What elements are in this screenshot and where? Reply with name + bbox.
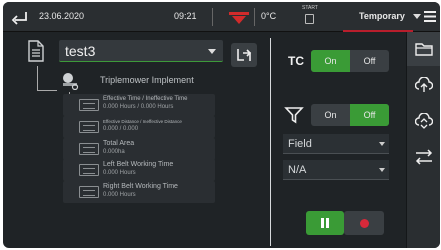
- terminal-screen: 23.06.2020 09:21 0°C START Temporary tes…: [3, 2, 440, 248]
- counter-row: Total Area 0.000ha: [63, 138, 215, 160]
- filter-icon: [284, 107, 304, 124]
- date-text: 23.06.2020: [39, 11, 85, 21]
- usb-transfer-icon: [415, 149, 433, 165]
- field-dropdown[interactable]: Field: [283, 134, 389, 154]
- chevron-down-icon[interactable]: [413, 14, 421, 19]
- tc-toggle: On Off: [311, 50, 389, 72]
- chevron-down-icon: [379, 142, 385, 146]
- tree-connector: [37, 90, 57, 91]
- filter-toggle: On Off: [311, 104, 389, 126]
- counter-row: Effective Distance / Ineffective Distanc…: [63, 116, 215, 138]
- tc-on-button[interactable]: On: [311, 50, 350, 72]
- sidebar-usb-transfer-button[interactable]: [407, 140, 440, 174]
- counter-icon: [79, 143, 99, 155]
- cloud-sync-icon: [415, 113, 433, 129]
- counter-row: Left Belt Working Time 0.000 Hours: [63, 159, 215, 181]
- tc-off-button[interactable]: Off: [350, 50, 389, 72]
- document-icon: [28, 40, 44, 62]
- counter-value: 0.000 / 0.000: [103, 126, 139, 132]
- temperature-text: 0°C: [261, 11, 277, 21]
- counter-value: 0.000 Hours: [103, 170, 136, 176]
- counter-name: Total Area: [103, 140, 135, 147]
- counter-name: Left Belt Working Time: [103, 161, 174, 168]
- tc-label: TC: [288, 54, 304, 68]
- cloud-upload-icon: [415, 77, 433, 92]
- counter-name: Effective Time / Ineffective Time: [103, 96, 188, 102]
- folder-icon: [415, 43, 433, 56]
- panel-divider: [270, 38, 271, 246]
- counter-row: Right Belt Working Time 0.000 Hours: [63, 181, 215, 203]
- sidebar-cloud-upload-button[interactable]: [407, 68, 440, 102]
- pause-button[interactable]: [306, 211, 344, 235]
- counter-icon: [79, 99, 99, 111]
- start-icon[interactable]: [305, 14, 314, 24]
- counter-value: 0.000 Hours: [103, 192, 136, 198]
- record-button[interactable]: [344, 211, 384, 235]
- counter-value: 0.000ha: [103, 149, 125, 155]
- file-select[interactable]: test3: [59, 40, 223, 62]
- na-dropdown-value: N/A: [288, 164, 307, 176]
- mode-accent-bar: [343, 30, 413, 32]
- start-label: START: [302, 5, 318, 11]
- sidebar-folder-button[interactable]: [407, 32, 440, 66]
- tractor-brand-icon: [229, 12, 249, 24]
- mode-selector[interactable]: Temporary: [359, 11, 405, 21]
- na-dropdown[interactable]: N/A: [283, 160, 389, 180]
- separator: [212, 8, 213, 26]
- time-text: 09:21: [174, 11, 197, 21]
- tree-connector: [37, 66, 38, 90]
- counter-icon: [79, 164, 99, 176]
- implement-label: Triplemower Implement: [100, 75, 194, 85]
- counter-name: Effective Distance / Ineffective Distanc…: [103, 119, 182, 124]
- filter-off-button[interactable]: Off: [350, 104, 389, 126]
- counter-row: Effective Time / Ineffective Time 0.000 …: [63, 94, 215, 116]
- chevron-down-icon: [379, 168, 385, 172]
- counter-value: 0.000 Hours / 0.000 Hours: [103, 104, 174, 110]
- counter-icon: [79, 121, 99, 133]
- file-select-value: test3: [65, 43, 96, 59]
- separator: [254, 8, 255, 26]
- implement-icon: [63, 73, 79, 90]
- menu-icon[interactable]: [424, 11, 436, 22]
- record-icon: [360, 219, 369, 228]
- counter-icon: [79, 186, 99, 198]
- filter-on-button[interactable]: On: [311, 104, 350, 126]
- right-sidebar: [406, 32, 440, 248]
- transfer-icon: [237, 49, 252, 61]
- back-arrow-icon[interactable]: [11, 9, 29, 25]
- chevron-down-icon: [208, 49, 216, 54]
- counter-name: Right Belt Working Time: [103, 183, 178, 190]
- transfer-button[interactable]: [231, 43, 257, 67]
- sidebar-cloud-sync-button[interactable]: [407, 104, 440, 138]
- top-bar: 23.06.2020 09:21 0°C START Temporary: [3, 2, 440, 32]
- field-dropdown-value: Field: [288, 138, 312, 150]
